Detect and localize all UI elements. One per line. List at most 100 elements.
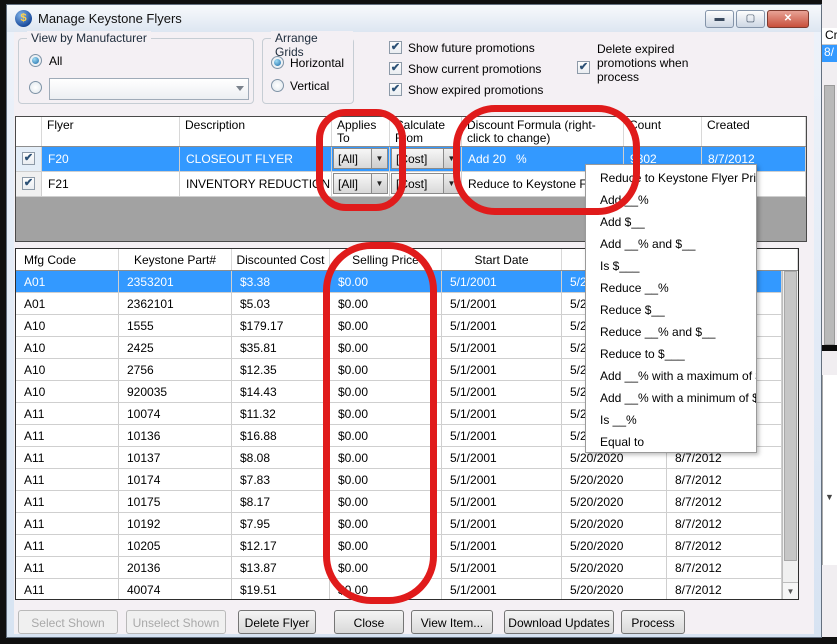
context-menu-item[interactable]: Add __% and $__	[586, 233, 756, 255]
unselect-shown-button: Unselect Shown	[126, 610, 226, 634]
item-grid-column-header[interactable]: Start Date	[442, 249, 562, 270]
item-grid-cell: A10	[16, 359, 119, 380]
item-grid-cell: $7.83	[232, 469, 330, 490]
item-grid-column-header[interactable]: Selling Price	[330, 249, 442, 270]
item-grid-row[interactable]: A1110192$7.95$0.005/1/20015/20/20208/7/2…	[16, 513, 782, 535]
flyer-grid-column-header[interactable]: Discount Formula (right-click to change)	[462, 117, 624, 146]
context-menu-item[interactable]: Is $___	[586, 255, 756, 277]
context-menu-item[interactable]: Add __%	[586, 189, 756, 211]
item-grid-cell: 10136	[119, 425, 232, 446]
item-grid-cell: $8.08	[232, 447, 330, 468]
context-menu-item[interactable]: Reduce to $___	[586, 343, 756, 365]
calculate-from-value: [Cost]	[392, 149, 443, 168]
item-grid-cell: 40074	[119, 579, 232, 600]
radio-vertical-label: Vertical	[290, 79, 329, 93]
item-grid-column-header[interactable]: Mfg Code	[16, 249, 119, 270]
context-menu-item[interactable]: Reduce __%	[586, 277, 756, 299]
flyer-grid-column-header[interactable]: Applies To	[332, 117, 390, 146]
calculate-from-dropdown[interactable]: [Cost]▼	[391, 173, 460, 194]
promo-checkbox[interactable]: ✔	[389, 62, 402, 75]
app-icon: $	[15, 10, 32, 27]
radio-horizontal[interactable]	[271, 56, 284, 69]
close-dialog-button[interactable]: Close	[334, 610, 404, 634]
item-grid-row[interactable]: A1110175$8.17$0.005/1/20015/20/20208/7/2…	[16, 491, 782, 513]
chevron-down-icon[interactable]: ▼	[443, 174, 459, 193]
item-grid-row[interactable]: A1110174$7.83$0.005/1/20015/20/20208/7/2…	[16, 469, 782, 491]
item-grid-row[interactable]: A1140074$19.51$0.005/1/20015/20/20208/7/…	[16, 579, 782, 600]
flyer-row-checkbox[interactable]: ✔	[22, 177, 35, 190]
maximize-button[interactable]: ▢	[736, 10, 765, 28]
item-grid-scrollbar[interactable]: ▼	[782, 271, 798, 599]
item-grid-cell: A11	[16, 447, 119, 468]
context-menu-item[interactable]: Reduce __% and $__	[586, 321, 756, 343]
item-grid-cell: $0.00	[330, 579, 442, 600]
item-grid-cell: $13.87	[232, 557, 330, 578]
item-grid-cell: A10	[16, 381, 119, 402]
item-grid-column-header[interactable]: Keystone Part#	[119, 249, 232, 270]
view-item-button[interactable]: View Item...	[411, 610, 493, 634]
context-menu-item[interactable]: Add __% with a minimum of $__	[586, 387, 756, 409]
item-grid-cell: A10	[16, 315, 119, 336]
background-window-fragment: Cr 8/ ▼	[822, 0, 837, 637]
item-grid-cell: 10074	[119, 403, 232, 424]
download-updates-button[interactable]: Download Updates	[504, 610, 614, 634]
flyer-grid-column-header[interactable]: Calculate From	[390, 117, 462, 146]
scrollbar-thumb[interactable]	[784, 271, 797, 561]
process-button[interactable]: Process	[621, 610, 685, 634]
scroll-down-arrow-icon[interactable]: ▼	[825, 492, 834, 502]
minimize-button[interactable]: ▬	[705, 10, 734, 28]
delete-expired-checkbox[interactable]: ✔	[577, 61, 590, 74]
item-grid-cell: $0.00	[330, 271, 442, 292]
applies-to-dropdown[interactable]: [All]▼	[333, 148, 388, 169]
item-grid-cell: $0.00	[330, 557, 442, 578]
radio-all[interactable]	[29, 54, 42, 67]
manufacturer-combobox[interactable]	[49, 78, 249, 100]
item-grid-cell: 8/7/2012	[667, 557, 782, 578]
item-grid-row[interactable]: A1120136$13.87$0.005/1/20015/20/20208/7/…	[16, 557, 782, 579]
chevron-down-icon[interactable]: ▼	[443, 149, 459, 168]
chevron-down-icon[interactable]: ▼	[371, 174, 387, 193]
item-grid-row[interactable]: A1110205$12.17$0.005/1/20015/20/20208/7/…	[16, 535, 782, 557]
applies-to-value: [All]	[334, 174, 371, 193]
context-menu-item[interactable]: Is __%	[586, 409, 756, 431]
arrange-grids-label: Arrange Grids	[271, 31, 353, 59]
item-grid-cell: 8/7/2012	[667, 469, 782, 490]
item-grid-cell: $179.17	[232, 315, 330, 336]
context-menu-item[interactable]: Reduce $__	[586, 299, 756, 321]
chevron-down-icon[interactable]: ▼	[371, 149, 387, 168]
item-grid-column-header[interactable]: Discounted Cost	[232, 249, 330, 270]
titlebar[interactable]: $ Manage Keystone Flyers	[7, 5, 821, 32]
flyer-id-cell: F21	[42, 172, 180, 196]
item-grid-cell: $0.00	[330, 535, 442, 556]
context-menu-item[interactable]: Equal to	[586, 431, 756, 453]
item-grid-cell: 5/20/2020	[562, 579, 667, 600]
context-menu-item[interactable]: Add __% with a maximum of $__	[586, 365, 756, 387]
item-grid-cell: 5/1/2001	[442, 425, 562, 446]
close-button[interactable]: ✕	[767, 10, 809, 28]
item-grid-cell: 5/1/2001	[442, 535, 562, 556]
select-shown-button: Select Shown	[18, 610, 118, 634]
flyer-grid-column-header[interactable]: Description	[180, 117, 332, 146]
background-scrollbar-thumb[interactable]	[824, 85, 835, 345]
radio-vertical[interactable]	[271, 79, 284, 92]
delete-flyer-button[interactable]: Delete Flyer	[238, 610, 316, 634]
radio-manufacturer[interactable]	[29, 81, 42, 94]
item-grid-cell: $16.88	[232, 425, 330, 446]
calculate-from-dropdown[interactable]: [Cost]▼	[391, 148, 460, 169]
context-menu-item[interactable]: Add $__	[586, 211, 756, 233]
flyer-row-checkbox[interactable]: ✔	[22, 152, 35, 165]
item-grid-cell: 10174	[119, 469, 232, 490]
item-grid-cell: 5/1/2001	[442, 315, 562, 336]
item-grid-cell: $0.00	[330, 469, 442, 490]
promo-checkbox[interactable]: ✔	[389, 41, 402, 54]
scroll-down-arrow-icon[interactable]: ▼	[783, 582, 798, 599]
promo-checkbox[interactable]: ✔	[389, 83, 402, 96]
context-menu-item[interactable]: Reduce to Keystone Flyer Price	[586, 167, 756, 189]
item-grid-cell: $0.00	[330, 447, 442, 468]
applies-to-dropdown[interactable]: [All]▼	[333, 173, 388, 194]
flyer-grid-column-header[interactable]: Created	[702, 117, 806, 146]
item-grid-cell: 5/20/2020	[562, 535, 667, 556]
flyer-grid-column-header[interactable]	[16, 117, 42, 146]
flyer-grid-column-header[interactable]: Flyer	[42, 117, 180, 146]
flyer-grid-column-header[interactable]: Count	[624, 117, 702, 146]
